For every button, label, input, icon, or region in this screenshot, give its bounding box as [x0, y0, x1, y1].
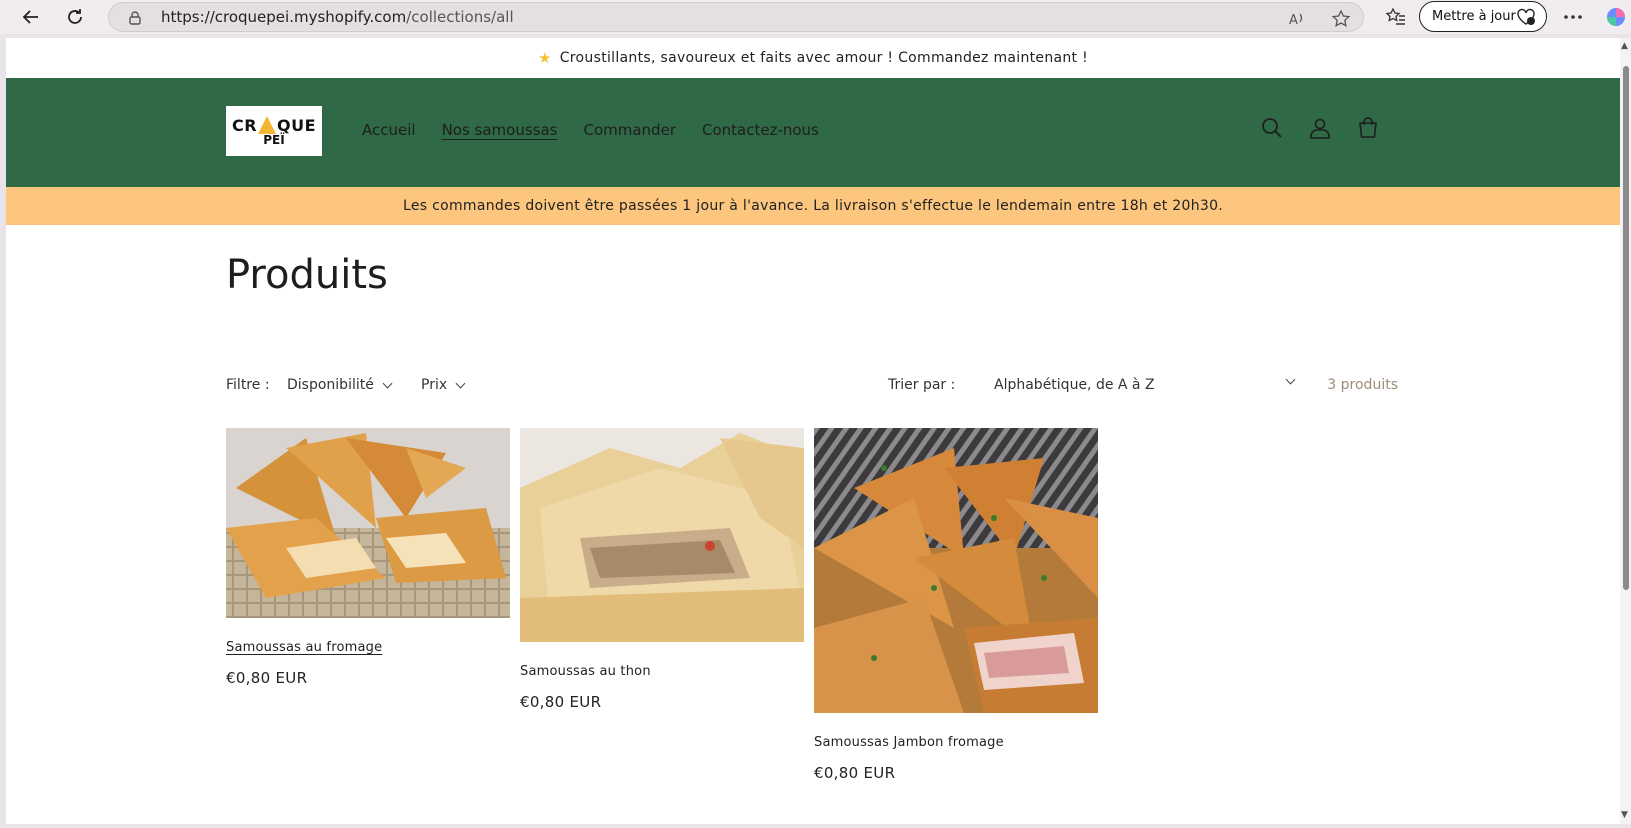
- announcement-bar: ★ Croustillants, savoureux et faits avec…: [6, 38, 1620, 78]
- filter-bar: Filtre : Disponibilité Prix Trier par : …: [226, 374, 1398, 399]
- scrollbar-thumb[interactable]: [1623, 66, 1629, 590]
- site-logo[interactable]: CR QUE PEÏ: [226, 106, 322, 156]
- nav-commander[interactable]: Commander: [583, 121, 676, 139]
- delivery-notice-bar: Les commandes doivent être passées 1 jou…: [6, 187, 1620, 225]
- nav-nos-samoussas[interactable]: Nos samoussas: [442, 121, 558, 139]
- logo-line-2: PEÏ: [263, 132, 285, 147]
- chevron-down-icon: [382, 378, 393, 388]
- scroll-down-icon[interactable]: ▼: [1621, 810, 1628, 820]
- reload-icon[interactable]: [62, 4, 88, 30]
- product-price: €0,80 EUR: [226, 669, 308, 687]
- page-title: Produits: [226, 252, 388, 298]
- cart-icon[interactable]: [1356, 116, 1380, 140]
- site-header: CR QUE PEÏ Accueil Nos samoussas Commande…: [6, 78, 1620, 187]
- svg-text:A: A: [1289, 13, 1298, 28]
- filter-label: Filtre :: [226, 377, 270, 393]
- availability-filter[interactable]: Disponibilité: [287, 377, 393, 393]
- read-aloud-icon[interactable]: A: [1287, 9, 1307, 29]
- header-icons: [1260, 116, 1380, 140]
- product-image-tuna-samoussas[interactable]: [520, 428, 804, 642]
- product-image-ham-cheese-samoussas[interactable]: [814, 428, 1098, 713]
- favorite-star-icon[interactable]: [1331, 9, 1351, 29]
- nav-accueil[interactable]: Accueil: [362, 121, 416, 139]
- favorites-list-icon[interactable]: [1383, 4, 1409, 30]
- update-button[interactable]: Mettre à jour: [1419, 1, 1547, 32]
- web-page: ★ Croustillants, savoureux et faits avec…: [6, 38, 1620, 824]
- product-title[interactable]: Samoussas Jambon fromage: [814, 735, 1098, 750]
- search-icon[interactable]: [1260, 116, 1284, 140]
- main-navigation: Accueil Nos samoussas Commander Contacte…: [362, 121, 819, 139]
- address-bar[interactable]: https://croquepei.myshopify.com/collecti…: [108, 2, 1364, 32]
- price-filter-label: Prix: [421, 377, 448, 393]
- star-icon: ★: [537, 49, 552, 67]
- lock-icon[interactable]: [127, 10, 143, 30]
- copilot-icon[interactable]: [1603, 4, 1629, 30]
- announcement-text: Croustillants, savoureux et faits avec a…: [559, 50, 1089, 66]
- update-heart-icon: [1516, 8, 1536, 30]
- samoussa-logo-icon: [258, 116, 277, 134]
- page-scrollbar[interactable]: ▲ ▼: [1620, 38, 1631, 824]
- update-button-label: Mettre à jour: [1432, 9, 1516, 24]
- product-image-cheese-samoussas[interactable]: [226, 428, 510, 618]
- sort-label: Trier par :: [888, 377, 956, 393]
- more-menu-icon[interactable]: [1560, 4, 1586, 30]
- product-title[interactable]: Samoussas au thon: [520, 664, 804, 679]
- product-title[interactable]: Samoussas au fromage: [226, 640, 510, 655]
- nav-contactez-nous[interactable]: Contactez-nous: [702, 121, 819, 139]
- url-text: https://croquepei.myshopify.com/collecti…: [161, 8, 514, 26]
- delivery-notice-text: Les commandes doivent être passées 1 jou…: [402, 198, 1224, 214]
- chevron-down-icon: [1285, 374, 1296, 385]
- product-card[interactable]: Samoussas au fromage €0,80 EUR: [226, 428, 510, 687]
- product-card[interactable]: Samoussas Jambon fromage €0,80 EUR: [814, 428, 1098, 782]
- chevron-down-icon: [455, 378, 466, 388]
- product-card[interactable]: Samoussas au thon €0,80 EUR: [520, 428, 804, 711]
- logo-line-1: CR QUE: [232, 116, 316, 135]
- url-path: /collections/all: [406, 8, 514, 26]
- product-price: €0,80 EUR: [520, 693, 602, 711]
- account-icon[interactable]: [1308, 116, 1332, 140]
- availability-filter-label: Disponibilité: [287, 377, 374, 393]
- product-count: 3 produits: [1327, 377, 1398, 393]
- back-icon[interactable]: [18, 4, 44, 30]
- sort-select[interactable]: Alphabétique, de A à Z: [994, 374, 1296, 393]
- price-filter[interactable]: Prix: [421, 377, 466, 393]
- sort-select-value: Alphabétique, de A à Z: [994, 377, 1155, 393]
- scroll-up-icon[interactable]: ▲: [1621, 41, 1628, 51]
- logo-text-left: CR: [231, 115, 258, 135]
- url-host: https://croquepei.myshopify.com: [161, 8, 407, 26]
- product-price: €0,80 EUR: [814, 764, 896, 782]
- browser-toolbar: https://croquepei.myshopify.com/collecti…: [0, 0, 1631, 34]
